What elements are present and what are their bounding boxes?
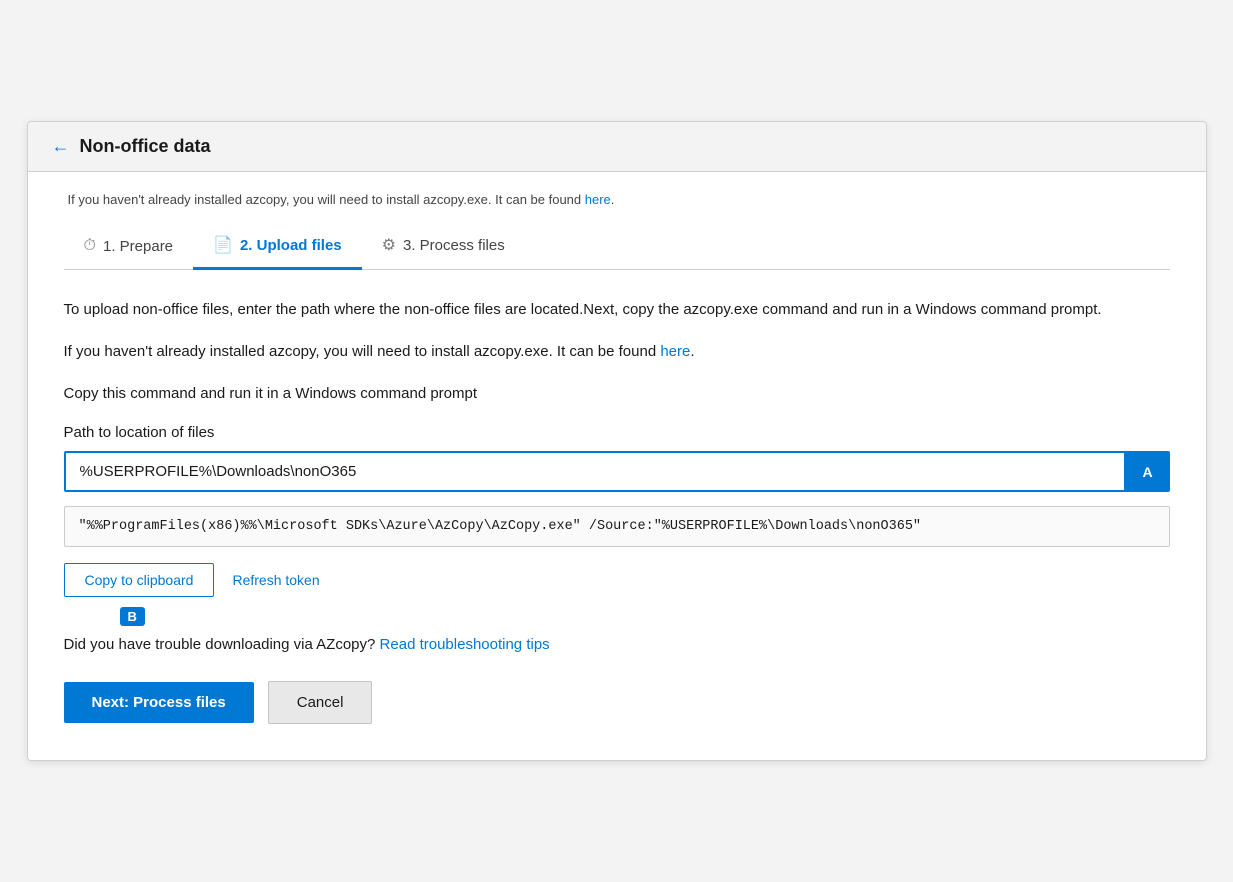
tab-bar: ⏱ 1. Prepare 📄 2. Upload files ⚙ 3. Proc… [64, 225, 1170, 270]
tab-upload-files[interactable]: 📄 2. Upload files [193, 225, 362, 270]
upload-icon: 📄 [213, 235, 233, 255]
path-label: Path to location of files [64, 424, 1170, 441]
path-input-row: A [64, 451, 1170, 492]
description-paragraph-1: To upload non-office files, enter the pa… [64, 298, 1170, 322]
action-row: Copy to clipboard Refresh token [64, 563, 1170, 597]
description-paragraph-2: If you haven't already installed azcopy,… [64, 340, 1170, 364]
badge-a[interactable]: A [1126, 451, 1170, 492]
top-notice-suffix: . [611, 192, 615, 207]
tab-prepare[interactable]: ⏱ 1. Prepare [64, 227, 194, 270]
desc2-link[interactable]: here [660, 343, 690, 360]
cancel-button[interactable]: Cancel [268, 681, 373, 724]
next-process-files-button[interactable]: Next: Process files [64, 682, 254, 723]
copy-to-clipboard-button[interactable]: Copy to clipboard [64, 563, 215, 597]
refresh-token-link[interactable]: Refresh token [232, 572, 319, 588]
trouble-text: Did you have trouble downloading via AZc… [64, 636, 380, 653]
process-icon: ⚙ [382, 235, 396, 255]
top-notice: If you haven't already installed azcopy,… [64, 192, 1170, 207]
back-button[interactable]: ← [52, 136, 70, 157]
tab-prepare-label: 1. Prepare [103, 238, 173, 255]
desc2-prefix: If you haven't already installed azcopy,… [64, 343, 661, 360]
page-title: Non-office data [80, 136, 211, 157]
trouble-row: Did you have trouble downloading via AZc… [64, 636, 1170, 653]
top-notice-text: If you haven't already installed azcopy,… [68, 192, 585, 207]
path-input[interactable] [64, 451, 1126, 492]
description-paragraph-3: Copy this command and run it in a Window… [64, 382, 1170, 406]
prepare-icon: ⏱ [84, 237, 96, 255]
badge-b: B [120, 607, 145, 626]
main-window: ← Non-office data If you haven't already… [27, 121, 1207, 761]
header: ← Non-office data [28, 122, 1206, 172]
tab-upload-label: 2. Upload files [240, 237, 342, 254]
tab-process-files[interactable]: ⚙ 3. Process files [362, 225, 525, 270]
command-display: "%%ProgramFiles(x86)%%\Microsoft SDKs\Az… [64, 506, 1170, 547]
desc2-suffix: . [690, 343, 694, 360]
content-area: If you haven't already installed azcopy,… [28, 172, 1206, 760]
bottom-actions: Next: Process files Cancel [64, 681, 1170, 724]
badge-b-row: B [64, 607, 1170, 626]
top-notice-link[interactable]: here [585, 192, 611, 207]
tab-process-label: 3. Process files [403, 237, 505, 254]
troubleshooting-link[interactable]: Read troubleshooting tips [380, 636, 550, 653]
